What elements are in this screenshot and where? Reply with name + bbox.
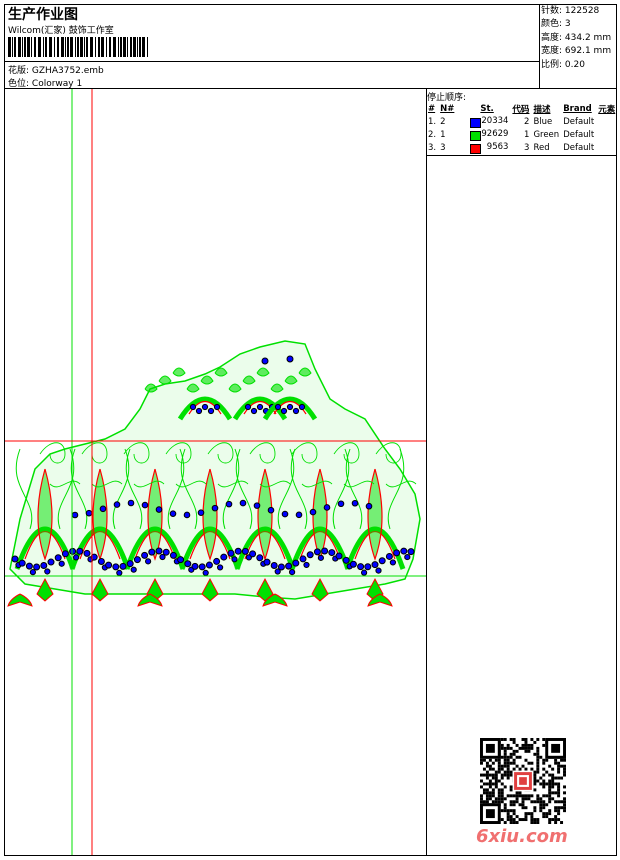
stitch-count: 20334 bbox=[481, 115, 509, 126]
stat-value: 434.2 mm bbox=[564, 32, 612, 43]
stop-sequence-table: # N# St. 代码 描述 Brand 元素 1. 2 20334 2 Blue Def… bbox=[426, 102, 617, 154]
design-file-label: 花版: bbox=[8, 66, 30, 76]
row-needle: 3 bbox=[440, 142, 446, 153]
watermark: 6xiu.com bbox=[476, 826, 568, 847]
stat-label: 高度: bbox=[541, 32, 563, 43]
stat-stitches: 针数: 122528 bbox=[541, 5, 611, 18]
row-index: 1. bbox=[428, 116, 437, 127]
table-divider bbox=[426, 155, 617, 156]
row-code: 2 bbox=[524, 116, 530, 127]
row-stitches: 9563 bbox=[468, 141, 510, 154]
col-index: # bbox=[428, 103, 436, 114]
stat-label: 针数: bbox=[541, 6, 563, 16]
company-name: Wilcom(汇家) 鼓饰工作室 bbox=[8, 26, 114, 36]
row-stitches: 92629 bbox=[468, 128, 510, 141]
row-index: 3. bbox=[428, 142, 437, 153]
row-code: 3 bbox=[524, 142, 530, 153]
design-area bbox=[7, 340, 421, 607]
stat-width: 宽度: 692.1 mm bbox=[541, 45, 611, 58]
stat-label: 比例: bbox=[541, 59, 563, 70]
stat-height: 高度: 434.2 mm bbox=[541, 32, 611, 45]
table-row: 1. 2 20334 2 Blue Default bbox=[426, 115, 617, 128]
stat-scale: 比例: 0.20 bbox=[541, 59, 611, 72]
stats-panel: 针数: 122528 颜色: 3 高度: 434.2 mm 宽度: 692.1 … bbox=[541, 5, 611, 72]
canvas-divider bbox=[426, 88, 427, 856]
col-code: 代码 bbox=[512, 104, 530, 115]
row-needle: 2 bbox=[440, 116, 446, 127]
row-element bbox=[596, 141, 617, 154]
row-needle: 1 bbox=[440, 129, 446, 140]
row-element bbox=[596, 128, 617, 141]
design-file-value: GZHA3752.emb bbox=[31, 66, 104, 76]
col-needle: N# bbox=[440, 103, 455, 114]
row-desc: Red bbox=[533, 142, 550, 153]
stitch-count: 92629 bbox=[481, 128, 509, 139]
col-element: 元素 bbox=[598, 104, 616, 115]
col-brand: Brand bbox=[563, 103, 592, 114]
stat-value: 122528 bbox=[564, 6, 600, 16]
row-brand: Default bbox=[563, 142, 595, 153]
stat-value: 3 bbox=[564, 19, 571, 30]
col-stitches: St. bbox=[480, 103, 494, 114]
barcode bbox=[8, 37, 148, 57]
design-file-row: 花版: GZHA3752.emb bbox=[8, 63, 104, 76]
colorway-value: Colorway 1 bbox=[31, 79, 83, 89]
stat-value: 692.1 mm bbox=[564, 46, 612, 57]
stat-colors: 颜色: 3 bbox=[541, 18, 611, 31]
color-swatch bbox=[470, 130, 482, 141]
colorway-row: 色位: Colorway 1 bbox=[8, 76, 82, 89]
row-code: 1 bbox=[524, 129, 530, 140]
table-row: 2. 1 92629 1 Green Default bbox=[426, 128, 617, 141]
row-stitches: 20334 bbox=[468, 115, 510, 128]
stat-label: 宽度: bbox=[541, 46, 563, 57]
table-header-row: # N# St. 代码 描述 Brand 元素 bbox=[426, 102, 617, 115]
stat-label: 颜色: bbox=[541, 19, 563, 30]
row-desc: Green bbox=[533, 129, 560, 140]
row-brand: Default bbox=[563, 116, 595, 127]
colorway-label: 色位: bbox=[8, 79, 30, 89]
row-brand: Default bbox=[563, 129, 595, 140]
qr-code bbox=[480, 738, 566, 824]
row-desc: Blue bbox=[533, 116, 553, 127]
col-desc: 描述 bbox=[533, 104, 551, 115]
stats-divider bbox=[539, 4, 540, 88]
color-swatch bbox=[470, 143, 482, 154]
page-title: 生产作业图 bbox=[8, 7, 78, 23]
color-swatch bbox=[470, 117, 482, 128]
stitch-count: 9563 bbox=[486, 141, 509, 152]
meta-divider bbox=[4, 61, 539, 62]
embroidery-preview bbox=[5, 89, 426, 855]
row-index: 2. bbox=[428, 129, 437, 140]
table-row: 3. 3 9563 3 Red Default bbox=[426, 141, 617, 154]
row-element bbox=[596, 115, 617, 128]
stat-value: 0.20 bbox=[564, 59, 585, 70]
